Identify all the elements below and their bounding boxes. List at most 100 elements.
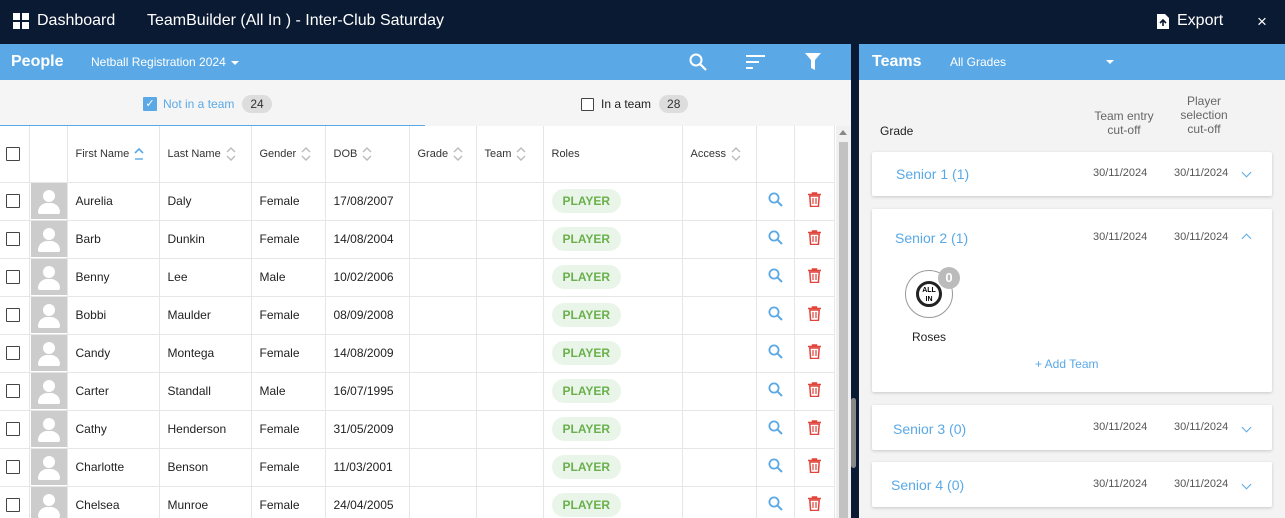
caret-down-icon[interactable] [1106, 60, 1114, 64]
column-header-first-name[interactable]: First Name [67, 126, 160, 183]
checkbox-icon[interactable] [581, 97, 594, 111]
trash-icon[interactable] [807, 496, 821, 512]
scrollbar-thumb[interactable] [839, 142, 848, 518]
row-checkbox[interactable] [6, 460, 20, 474]
export-button[interactable]: Export [1157, 12, 1223, 30]
column-header-dob[interactable]: DOB [325, 126, 410, 183]
row-checkbox[interactable] [6, 498, 20, 512]
first-name-cell: Aurelia [67, 182, 160, 221]
add-team-button[interactable]: + Add Team [1035, 357, 1099, 371]
grade-name[interactable]: Senior 1 (1) [896, 166, 969, 182]
row-checkbox[interactable] [6, 422, 20, 436]
search-icon[interactable] [768, 306, 783, 321]
access-cell [682, 448, 757, 487]
table-row[interactable]: Benny Lee Male 10/02/2006 PLAYER [0, 258, 835, 297]
search-icon[interactable] [768, 230, 783, 245]
table-row[interactable]: Barb Dunkin Female 14/08/2004 PLAYER [0, 220, 835, 259]
scroll-up-icon[interactable] [839, 130, 847, 135]
access-cell [682, 296, 757, 335]
search-icon[interactable] [768, 420, 783, 435]
grade-card-senior-3[interactable]: Senior 3 (0) 30/11/2024 30/11/2024 [872, 405, 1272, 450]
dashboard-button[interactable]: Dashboard [13, 12, 115, 30]
grade-name[interactable]: Senior 2 (1) [895, 230, 968, 246]
column-header-gender[interactable]: Gender [251, 126, 326, 183]
grade-cell [409, 372, 477, 411]
table-header-row: First Name Last Name Gender DOB Grade Te… [0, 126, 835, 183]
search-icon[interactable] [768, 192, 783, 207]
column-label: Last Name [167, 147, 221, 160]
select-all-checkbox[interactable] [6, 146, 20, 161]
trash-icon[interactable] [807, 382, 821, 398]
row-checkbox[interactable] [6, 346, 20, 360]
row-checkbox[interactable] [6, 194, 20, 208]
people-table: First Name Last Name Gender DOB Grade Te… [0, 126, 836, 518]
table-row[interactable]: Carter Standall Male 16/07/1995 PLAYER [0, 372, 835, 411]
checkbox-checked-icon[interactable]: ✓ [143, 97, 157, 111]
grade-card-senior-1[interactable]: Senior 1 (1) 30/11/2024 30/11/2024 [872, 152, 1272, 196]
trash-icon[interactable] [807, 192, 821, 208]
search-icon[interactable] [689, 53, 707, 71]
column-header-grade[interactable]: Grade [409, 126, 477, 183]
grade-name[interactable]: Senior 3 (0) [893, 421, 966, 437]
trash-icon[interactable] [807, 230, 821, 246]
search-icon[interactable] [768, 344, 783, 359]
last-name-cell: Daly [159, 182, 252, 221]
trash-icon[interactable] [807, 306, 821, 322]
search-icon[interactable] [768, 268, 783, 283]
dob-cell: 11/03/2001 [325, 448, 410, 487]
grade-name[interactable]: Senior 4 (0) [891, 477, 964, 493]
tab-in-team[interactable]: In a team 28 [581, 95, 689, 113]
sort-icon[interactable] [362, 146, 372, 161]
search-icon[interactable] [768, 496, 783, 511]
sort-icon[interactable] [226, 146, 236, 161]
table-row[interactable]: Cathy Henderson Female 31/05/2009 PLAYER [0, 410, 835, 449]
row-checkbox[interactable] [6, 232, 20, 246]
chevron-down-icon[interactable] [1241, 167, 1252, 178]
table-scrollbar[interactable] [836, 126, 851, 518]
row-checkbox[interactable] [6, 270, 20, 284]
trash-icon[interactable] [807, 458, 821, 474]
people-tabs: ✓ Not in a team 24 In a team 28 [0, 80, 851, 126]
pane-scrollbar-thumb[interactable] [851, 398, 856, 468]
trash-icon[interactable] [807, 344, 821, 360]
player-selection-cutoff-header: Player selection cut-off [1165, 94, 1243, 136]
role-badge: PLAYER [551, 303, 622, 327]
sort-ascending-icon[interactable] [134, 147, 144, 161]
filter-icon[interactable] [805, 53, 821, 70]
table-row[interactable]: Chelsea Munroe Female 24/04/2005 PLAYER [0, 486, 835, 518]
first-name-cell: Carter [67, 372, 160, 411]
column-label: Gender [259, 147, 297, 160]
chevron-down-icon[interactable] [1241, 422, 1252, 433]
column-label: Grade [417, 147, 449, 160]
chevron-down-icon[interactable] [1241, 479, 1252, 490]
row-checkbox[interactable] [6, 308, 20, 322]
team-cell [476, 334, 544, 373]
close-button[interactable]: × [1257, 12, 1267, 32]
chevron-up-icon[interactable] [1241, 233, 1252, 244]
people-panel: People Netball Registration 2024 ✓ Not i… [0, 44, 851, 518]
team-cell [476, 258, 544, 297]
row-checkbox[interactable] [6, 384, 20, 398]
sort-icon[interactable] [516, 146, 526, 161]
header-line: selection [1180, 108, 1228, 122]
grade-filter-dropdown[interactable]: All Grades [950, 55, 1006, 69]
column-header-access[interactable]: Access [682, 126, 757, 183]
sort-icon[interactable] [301, 146, 311, 161]
sort-icon[interactable] [731, 146, 741, 161]
team-name[interactable]: Roses [912, 330, 946, 344]
table-row[interactable]: Candy Montega Female 14/08/2009 PLAYER [0, 334, 835, 373]
search-icon[interactable] [768, 382, 783, 397]
trash-icon[interactable] [807, 268, 821, 284]
sort-icon[interactable] [453, 146, 463, 161]
column-header-team[interactable]: Team [476, 126, 544, 183]
search-icon[interactable] [768, 458, 783, 473]
registration-dropdown[interactable]: Netball Registration 2024 [91, 55, 239, 69]
sort-icon[interactable] [746, 55, 765, 69]
table-row[interactable]: Charlotte Benson Female 11/03/2001 PLAYER [0, 448, 835, 487]
table-row[interactable]: Bobbi Maulder Female 08/09/2008 PLAYER [0, 296, 835, 335]
column-header-last-name[interactable]: Last Name [159, 126, 252, 183]
tab-not-in-team[interactable]: ✓ Not in a team 24 [143, 95, 272, 113]
trash-icon[interactable] [807, 420, 821, 436]
table-row[interactable]: Aurelia Daly Female 17/08/2007 PLAYER [0, 182, 835, 221]
grade-card-senior-4[interactable]: Senior 4 (0) 30/11/2024 30/11/2024 [872, 462, 1272, 507]
